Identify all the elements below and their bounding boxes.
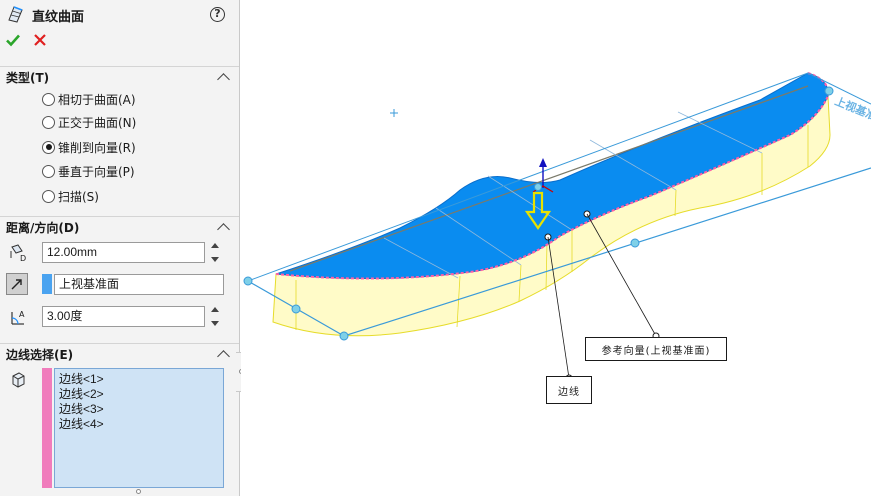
- reference-callout[interactable]: 参考向量(上视基准面): [585, 337, 727, 361]
- type-section-title: 类型(T): [6, 71, 50, 85]
- edge-selection-list[interactable]: 边线<1> 边线<2> 边线<3> 边线<4>: [54, 368, 224, 488]
- reverse-direction-icon: [11, 279, 22, 290]
- edge-callout[interactable]: 边线: [546, 376, 592, 404]
- resize-handle[interactable]: [136, 489, 141, 494]
- collapse-chevron-icon[interactable]: [217, 223, 230, 236]
- list-item[interactable]: 边线<3>: [59, 402, 219, 417]
- plane-handle[interactable]: [243, 276, 253, 286]
- radio-label: 扫描(S): [58, 189, 99, 204]
- type-section-header[interactable]: 类型(T): [0, 66, 239, 88]
- radio-sweep[interactable]: 扫描(S): [42, 187, 99, 205]
- ruled-surface-icon: [6, 4, 26, 27]
- plane-handle[interactable]: [824, 86, 834, 96]
- panel-title: 直纹曲面: [32, 9, 85, 25]
- property-manager-panel: 直纹曲面 ? 类型(T) 相切于曲面(A) 正交于曲面(N) 锥削到向量(R) …: [0, 0, 240, 496]
- angle-icon: A: [7, 307, 29, 329]
- list-item[interactable]: 边线<2>: [59, 387, 219, 402]
- radio-button[interactable]: [42, 115, 55, 129]
- plane-label: 上视基准面: [833, 94, 871, 128]
- radio-label: 正交于曲面(N): [58, 115, 137, 130]
- reverse-direction-button[interactable]: [6, 273, 28, 295]
- edge-section-title: 边线选择(E): [6, 348, 74, 362]
- reference-color-swatch: [42, 274, 52, 294]
- svg-text:D: D: [20, 254, 26, 263]
- distance-spinner[interactable]: [210, 242, 220, 263]
- list-item[interactable]: 边线<4>: [59, 417, 219, 432]
- radio-label: 垂直于向量(P): [58, 164, 135, 179]
- spin-down-icon[interactable]: [211, 321, 219, 326]
- spin-down-icon[interactable]: [211, 257, 219, 262]
- distance-section-header[interactable]: 距离/方向(D): [0, 216, 239, 238]
- collapse-chevron-icon[interactable]: [217, 73, 230, 86]
- radio-button-selected[interactable]: [42, 140, 55, 154]
- plane-handle[interactable]: [291, 304, 301, 314]
- panel-header: 直纹曲面: [6, 5, 84, 25]
- reference-vector-field[interactable]: 上视基准面: [54, 274, 224, 295]
- radio-tapered-to-vector[interactable]: 锥削到向量(R): [42, 138, 136, 156]
- spin-up-icon[interactable]: [211, 243, 219, 248]
- radio-normal-to-surface[interactable]: 正交于曲面(N): [42, 113, 136, 131]
- plane-handle[interactable]: [339, 331, 349, 341]
- distance-input[interactable]: 12.00mm: [42, 242, 205, 263]
- model-canvas[interactable]: 上视基准面: [241, 0, 871, 496]
- radio-label: 相切于曲面(A): [58, 92, 136, 107]
- list-item[interactable]: 边线<1>: [59, 372, 219, 387]
- help-icon[interactable]: ?: [210, 7, 225, 22]
- cancel-button[interactable]: [33, 33, 47, 50]
- radio-button[interactable]: [42, 189, 55, 203]
- radio-tangent-to-surface[interactable]: 相切于曲面(A): [42, 90, 136, 108]
- radio-button[interactable]: [42, 164, 55, 178]
- collapse-chevron-icon[interactable]: [217, 350, 230, 363]
- distance-section-title: 距离/方向(D): [6, 221, 80, 235]
- spin-up-icon[interactable]: [211, 307, 219, 312]
- radio-label: 锥削到向量(R): [58, 140, 136, 155]
- angle-spinner[interactable]: [210, 306, 220, 327]
- angle-input[interactable]: 3.00度: [42, 306, 205, 327]
- svg-text:A: A: [19, 310, 25, 319]
- radio-perpendicular-to-vector[interactable]: 垂直于向量(P): [42, 162, 135, 180]
- confirm-bar: [5, 32, 47, 51]
- plane-handle[interactable]: [630, 238, 640, 248]
- distance-icon: D: [7, 242, 29, 264]
- edge-section-header[interactable]: 边线选择(E): [0, 343, 239, 365]
- ok-button[interactable]: [5, 32, 21, 51]
- selection-color-strip: [42, 368, 52, 488]
- graphics-viewport[interactable]: 上视基准面 边线 参考向量(上视基准面): [241, 0, 871, 496]
- origin-marker: [390, 109, 398, 117]
- edge-selection-icon: [7, 369, 29, 391]
- radio-button[interactable]: [42, 92, 55, 106]
